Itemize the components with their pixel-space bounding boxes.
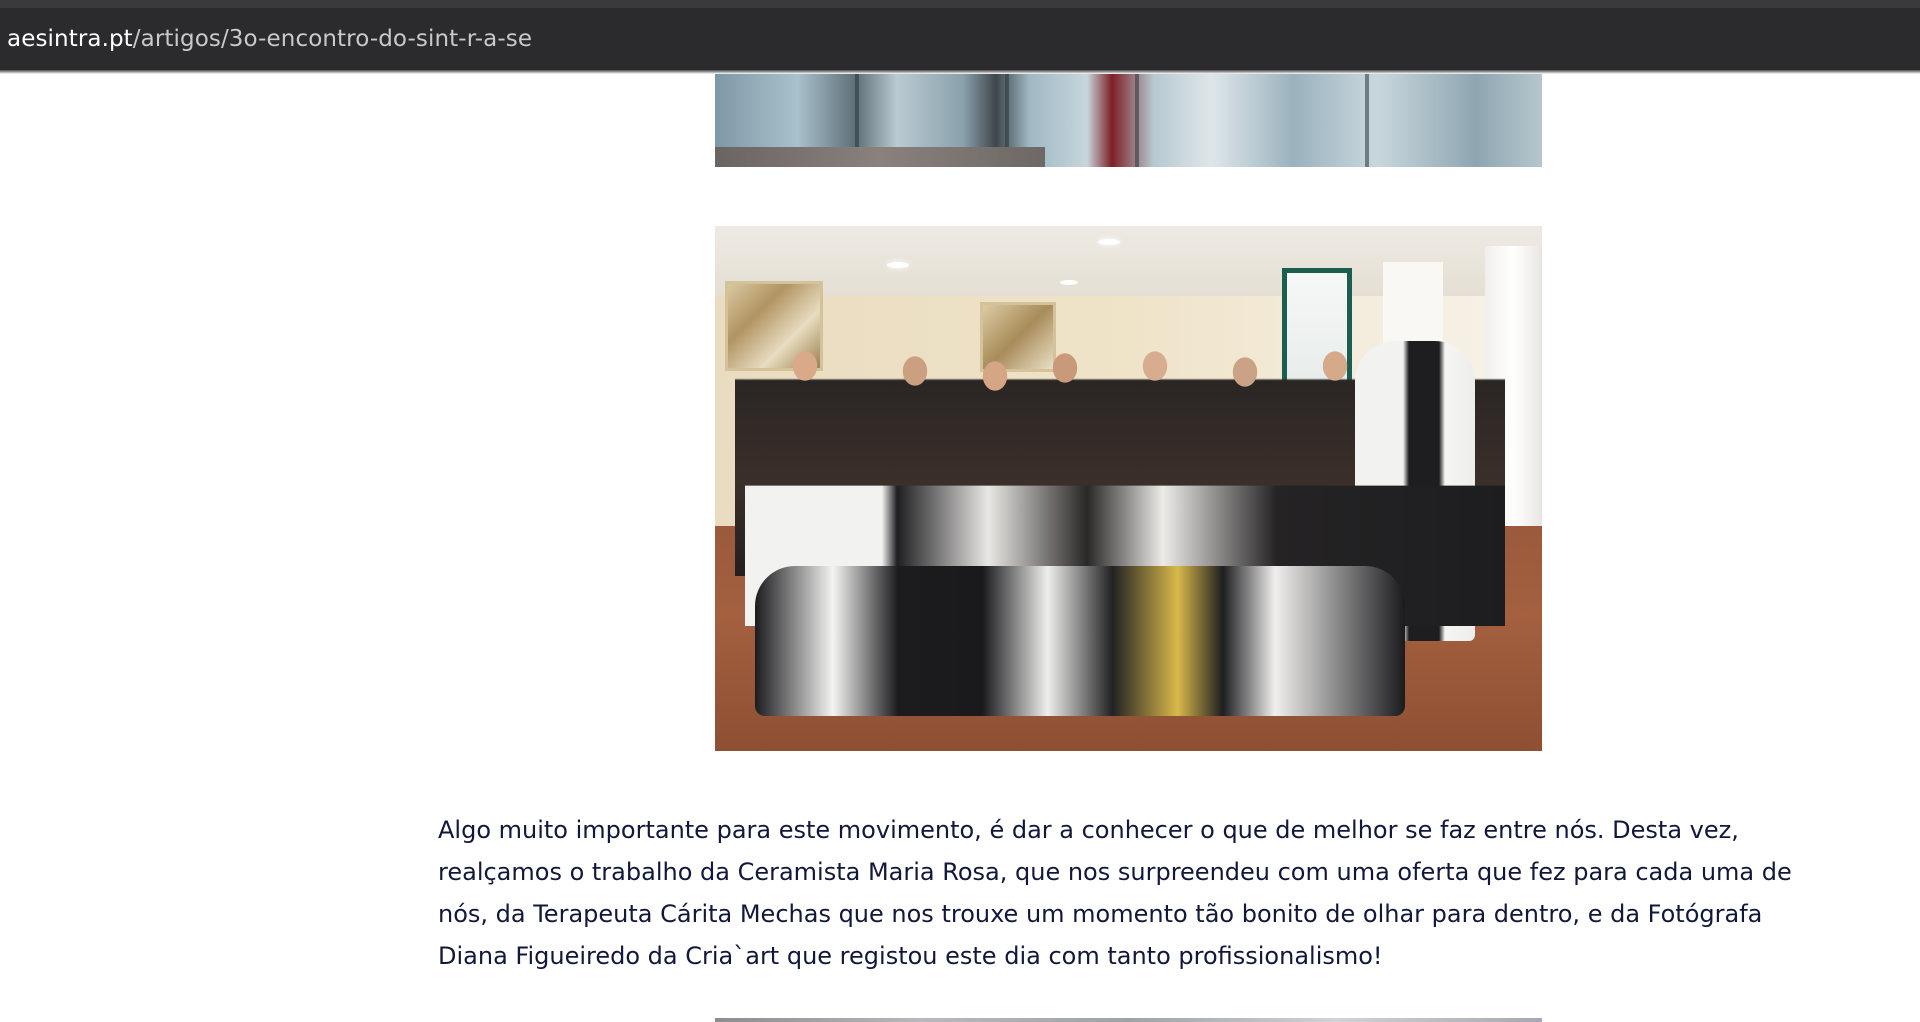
article-photo-aprons: [715, 74, 1542, 167]
article-page: Algo muito importante para este moviment…: [0, 74, 1920, 1022]
article-paragraph: Algo muito importante para este moviment…: [438, 816, 1792, 970]
article-photo-group: [715, 226, 1542, 751]
browser-top-strip: [0, 0, 1920, 8]
group-front-row: [755, 566, 1405, 716]
article-photo-next: [715, 1018, 1542, 1022]
countertop: [715, 147, 1045, 167]
url-path: /artigos/3o-encontro-do-sint-r-a-se: [132, 26, 533, 52]
address-bar[interactable]: aesintra.pt/artigos/3o-encontro-do-sint-…: [0, 8, 1920, 70]
url-host: aesintra.pt: [7, 26, 133, 52]
